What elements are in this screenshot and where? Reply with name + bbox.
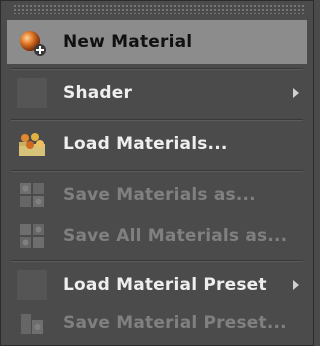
submenu-arrow-icon	[293, 280, 299, 290]
material-context-menu: New Material Shader Load Materials... Sa…	[0, 0, 314, 346]
menu-separator	[11, 68, 303, 70]
new-material-icon	[17, 27, 47, 57]
menu-item-label: Save Material Preset...	[63, 313, 287, 333]
menu-item-shader[interactable]: Shader	[7, 71, 307, 115]
menu-item-save-all-materials-as[interactable]: Save All Materials as...	[7, 214, 307, 258]
menu-item-new-material[interactable]: New Material	[7, 20, 307, 64]
save-materials-icon	[17, 180, 47, 210]
tear-off-grip[interactable]	[13, 4, 305, 14]
save-all-materials-icon	[17, 221, 47, 251]
menu-item-save-materials-as[interactable]: Save Materials as...	[7, 173, 307, 217]
submenu-arrow-icon	[293, 88, 299, 98]
blank-icon	[17, 78, 47, 108]
menu-item-label: Load Material Preset	[63, 275, 267, 295]
load-materials-icon	[17, 129, 47, 159]
menu-separator	[11, 119, 303, 121]
menu-separator	[11, 260, 303, 262]
menu-item-label: New Material	[63, 32, 193, 52]
blank-icon	[17, 270, 47, 300]
menu-item-save-material-preset[interactable]: Save Material Preset...	[7, 301, 307, 345]
save-preset-icon	[17, 308, 47, 338]
menu-item-load-materials[interactable]: Load Materials...	[7, 122, 307, 166]
menu-separator	[11, 170, 303, 172]
menu-item-label: Shader	[63, 83, 133, 103]
menu-item-label: Save All Materials as...	[63, 226, 288, 246]
menu-item-label: Load Materials...	[63, 134, 228, 154]
menu-item-label: Save Materials as...	[63, 185, 256, 205]
